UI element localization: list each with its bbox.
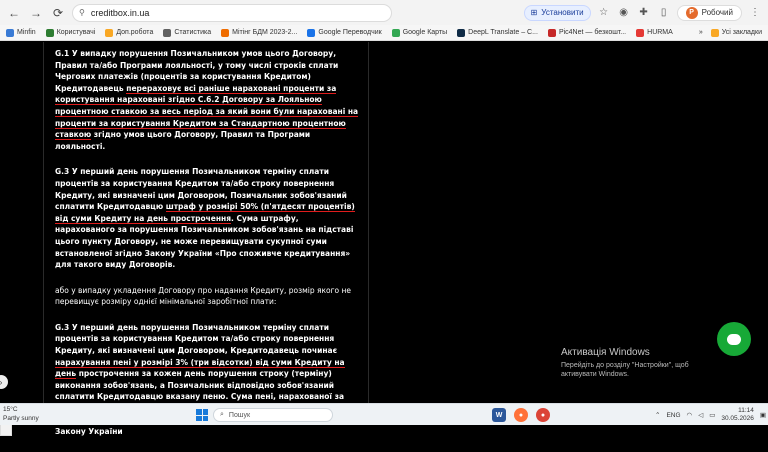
bookmark-label: Користувачі: [56, 29, 96, 36]
battery-icon[interactable]: ▭: [709, 411, 715, 419]
divider: [43, 42, 44, 403]
reload-icon[interactable]: ⟳: [50, 5, 66, 21]
notifications-icon[interactable]: ▣: [760, 411, 766, 419]
bookmark-favicon-icon: [457, 28, 466, 37]
extensions-icon[interactable]: ✚: [637, 6, 651, 20]
language-indicator[interactable]: ENG: [666, 412, 680, 419]
back-icon[interactable]: ←: [6, 5, 22, 21]
clause-text: згідно умов цього Договору, Правил та Пр…: [55, 130, 311, 151]
taskbar-search[interactable]: ⌕ Пошук: [213, 408, 333, 422]
bookmark-label: HURMA: [647, 29, 673, 36]
install-label: Установити: [541, 8, 584, 17]
bookmark-label: Усі закладки: [721, 29, 762, 36]
camera-icon[interactable]: ◉: [617, 6, 631, 20]
clause-text: G.3 У перший день порушення Позичальнико…: [55, 322, 338, 356]
bookmark-favicon-icon: [6, 28, 14, 37]
divider: [368, 42, 369, 403]
avatar: Р: [685, 6, 698, 19]
profile-button[interactable]: Р Робочий: [676, 4, 742, 21]
all-bookmarks-button[interactable]: Усі закладки: [710, 28, 762, 37]
bookmark-label: Доп.робота: [116, 29, 154, 36]
bookmark-stats[interactable]: Статистика: [163, 28, 212, 37]
wifi-icon[interactable]: ◠: [687, 411, 693, 419]
site-info-icon[interactable]: ⚲: [79, 8, 85, 17]
install-icon: ⊞: [530, 8, 538, 17]
temperature: 15°C: [3, 406, 18, 413]
bookmark-minfin[interactable]: Minfin: [6, 28, 36, 37]
bookmark-meeting[interactable]: Мітінг БДМ 2023-2...: [221, 28, 298, 37]
chrome-icon[interactable]: ●: [536, 408, 550, 422]
install-app-button[interactable]: ⊞ Установити: [523, 4, 591, 21]
bookmark-extra-work[interactable]: Доп.робота: [105, 28, 154, 37]
bookmark-favicon-icon: [547, 28, 556, 37]
clause-g1: G.1 У випадку порушення Позичальником ум…: [55, 48, 361, 152]
bookmark-label: Google Карты: [402, 29, 448, 36]
profile-label: Робочий: [701, 8, 733, 17]
menu-icon[interactable]: ⋮: [748, 6, 762, 20]
bookmark-label: Pic4Net — безкошт...: [558, 29, 627, 36]
date: 30.05.2026: [721, 415, 754, 422]
bookmark-favicon-icon: [307, 28, 316, 37]
bookmark-deepl[interactable]: DeepL Translate – С...: [457, 28, 538, 37]
page-viewport: G.1 У випадку порушення Позичальником ум…: [0, 42, 768, 436]
folder-icon: [710, 28, 719, 37]
bookmark-users[interactable]: Користувачі: [45, 28, 96, 37]
clock[interactable]: 11:14 30.05.2026: [721, 407, 754, 423]
firefox-icon[interactable]: ●: [514, 408, 528, 422]
sidebar-icon[interactable]: ▯: [657, 6, 671, 20]
chevron-up-icon[interactable]: ⌃: [655, 411, 660, 419]
bookmark-star-icon[interactable]: ☆: [597, 6, 611, 20]
chevron-right-icon[interactable]: »: [699, 29, 703, 36]
weather-widget[interactable]: 15°C Partly sunny: [3, 405, 39, 423]
bookmark-google-translate[interactable]: Google Переводчик: [307, 28, 382, 37]
chevron-left-icon[interactable]: ›: [0, 375, 8, 389]
bookmark-favicon-icon: [391, 28, 400, 37]
word-icon[interactable]: W: [492, 408, 506, 422]
url-text: creditbox.in.ua: [90, 7, 150, 18]
activation-title: Активація Windows: [561, 347, 650, 358]
bookmark-favicon-icon: [636, 28, 645, 37]
bookmark-favicon-icon: [45, 28, 54, 37]
folder-icon: [105, 28, 114, 37]
bookmark-pic4net[interactable]: Pic4Net — безкошт...: [547, 28, 627, 37]
activation-text: Перейдіть до розділу "Настройки", щоб ак…: [561, 362, 689, 378]
bookmark-hurma[interactable]: HURMA: [636, 28, 673, 37]
bookmark-label: Статистика: [174, 29, 212, 36]
taskbar: 15°C Partly sunny ⌕ Пошук W ● ● ⌃ ENG ◠ …: [0, 403, 768, 425]
pinned-apps: W ● ●: [492, 408, 550, 422]
search-placeholder: Пошук: [228, 411, 251, 419]
clause-alternative: або у випадку укладення Договору про над…: [55, 285, 352, 307]
bookmark-label: Minfin: [17, 29, 36, 36]
forward-icon[interactable]: →: [28, 5, 44, 21]
weather-text: Partly sunny: [3, 415, 39, 422]
folder-icon: [163, 28, 172, 37]
browser-toolbar: ← → ⟳ ⚲ creditbox.in.ua ⊞ Установити ☆ ◉…: [0, 0, 768, 25]
bookmarks-bar: Minfin Користувачі Доп.робота Статистика…: [0, 25, 768, 41]
windows-activation-watermark: Активація Windows Перейдіть до розділу "…: [561, 347, 711, 379]
bookmark-google-maps[interactable]: Google Карты: [391, 28, 448, 37]
search-icon: ⌕: [220, 411, 224, 418]
contract-text: G.1 У випадку порушення Позичальником ум…: [55, 48, 361, 452]
bookmark-label: DeepL Translate – С...: [468, 29, 538, 36]
address-bar[interactable]: ⚲ creditbox.in.ua: [72, 3, 392, 22]
bookmark-label: Google Переводчик: [318, 29, 382, 36]
windows-start-icon[interactable]: [196, 409, 208, 421]
chat-button[interactable]: [717, 322, 751, 356]
system-tray: ⌃ ENG ◠ ◁ ▭ 11:14 30.05.2026 ▣: [655, 407, 766, 423]
bookmark-favicon-icon: [221, 28, 230, 37]
time: 11:14: [738, 407, 754, 414]
bookmark-label: Мітінг БДМ 2023-2...: [232, 29, 298, 36]
volume-icon[interactable]: ◁: [698, 411, 703, 419]
clause-g3-first: G.3 У перший день порушення Позичальнико…: [55, 166, 361, 270]
chat-icon: [727, 333, 741, 345]
